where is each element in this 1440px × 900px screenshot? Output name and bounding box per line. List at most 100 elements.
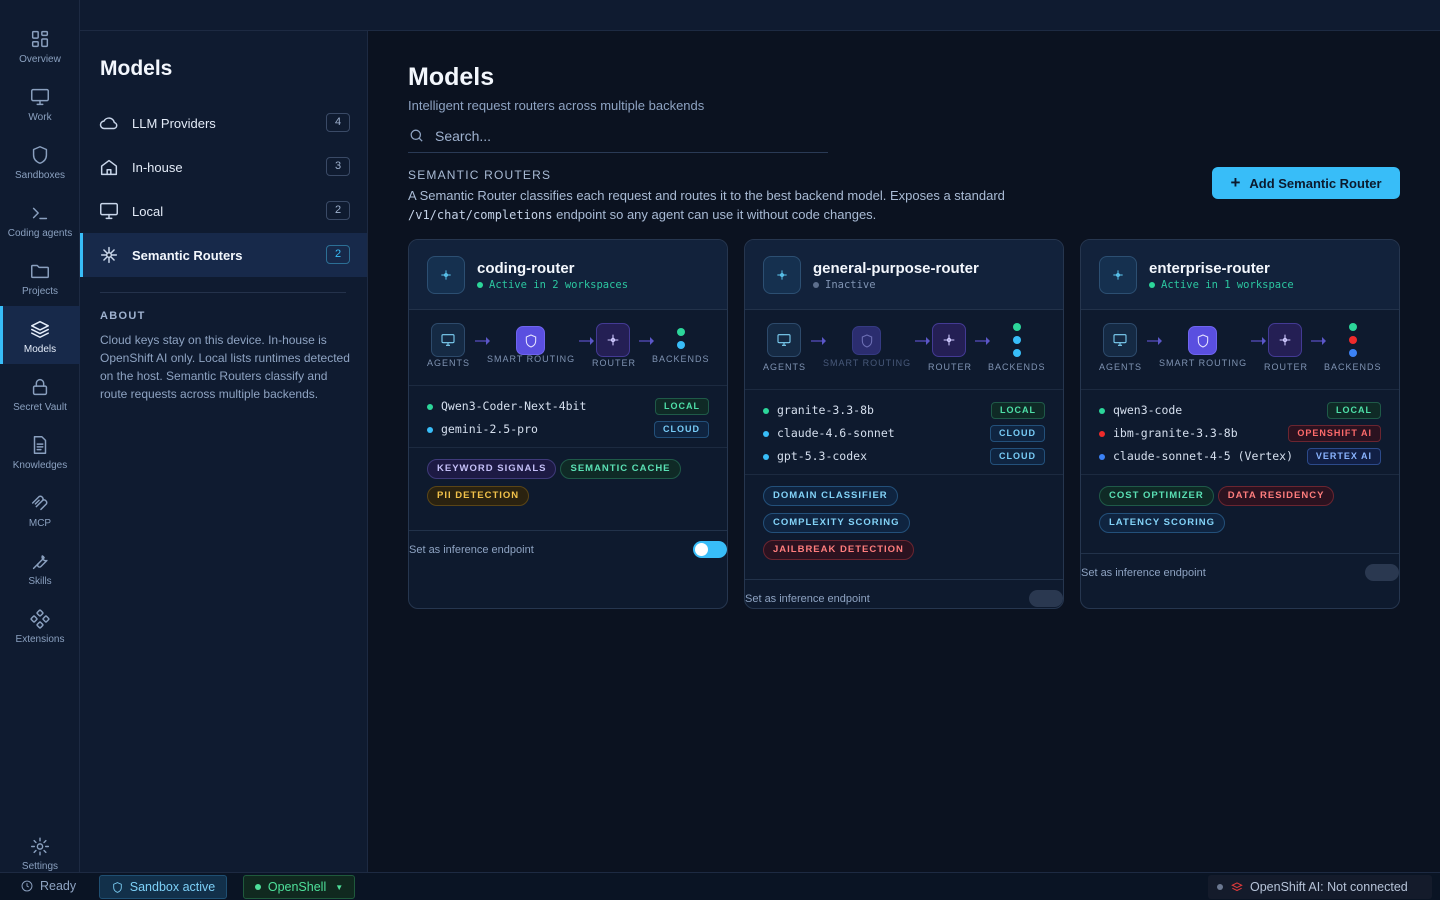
rail-item-coding-agents[interactable]: Coding agents (0, 196, 80, 254)
search-icon (410, 129, 423, 142)
rail-item-skills[interactable]: Skills (0, 544, 80, 602)
router-node (1268, 323, 1302, 357)
flow-label-agents: AGENTS (427, 358, 471, 368)
router-icon (1099, 256, 1137, 294)
router-card[interactable]: coding-router Active in 2 workspaces AGENT… (408, 239, 728, 609)
status-text: Active in 2 workspaces (489, 279, 629, 291)
router-card[interactable]: general-purpose-router Inactive AGENTS SMAR… (744, 239, 1064, 609)
backend-name: Qwen3-Coder-Next-4bit (441, 399, 587, 413)
rail-item-extensions[interactable]: Extensions (0, 602, 80, 660)
rail-item-settings[interactable]: Settings (0, 832, 80, 872)
backend-dot (763, 408, 769, 414)
router-name: enterprise-router (1149, 260, 1270, 277)
backend-name: gpt-5.3-codex (777, 449, 868, 463)
openshell-dropdown[interactable]: OpenShell ▼ (243, 875, 355, 899)
add-button-label: Add Semantic Router (1249, 175, 1382, 191)
flow-label-router: ROUTER (1264, 362, 1308, 372)
flow-arrow (639, 337, 654, 345)
monitor-icon (100, 202, 118, 220)
flow-arrow (915, 337, 930, 345)
rail-item-models[interactable]: Models (0, 306, 80, 364)
cloud-icon (99, 117, 118, 130)
router-features: COST OPTIMIZER DATA RESIDENCY LATENCY SCOR… (1081, 475, 1399, 539)
count-badge: 4 (326, 113, 350, 132)
rail-item-work[interactable]: Work (0, 80, 80, 138)
status-dot (1149, 282, 1155, 288)
backend-name: gemini-2.5-pro (441, 422, 538, 436)
router-name: general-purpose-router (813, 260, 979, 277)
router-card-footer: Set as inference endpoint (409, 530, 727, 570)
search-input[interactable] (435, 127, 815, 144)
endpoint-code: /v1/chat/completions (408, 208, 553, 222)
backend-row: gemini-2.5-pro CLOUD (409, 419, 727, 442)
flow-label-backends: BACKENDS (1324, 362, 1382, 372)
backend-name: qwen3-code (1113, 403, 1183, 417)
about-heading: ABOUT (100, 310, 146, 322)
backend-name: granite-3.3-8b (777, 403, 874, 417)
inference-endpoint-label: Set as inference endpoint (1081, 567, 1206, 579)
inference-endpoint-label: Set as inference endpoint (745, 593, 870, 605)
count-badge: 3 (326, 157, 350, 176)
sidebar-item-local[interactable]: Local 2 (80, 189, 367, 233)
routing-flow: AGENTS SMART ROUTING ROUTER BACKENDS (745, 310, 1063, 390)
backend-name: claude-4.6-sonnet (777, 426, 895, 440)
flow-label-backends: BACKENDS (652, 354, 710, 364)
rail-item-sandboxes[interactable]: Sandboxes (0, 138, 80, 196)
feature-chip: COMPLEXITY SCORING (763, 513, 910, 533)
feature-chip: LATENCY SCORING (1099, 513, 1225, 533)
status-bar: Ready Sandbox active OpenShell ▼ OpenShi… (0, 872, 1440, 900)
backend-dot (427, 404, 433, 410)
sidebar-item-llm-providers[interactable]: LLM Providers 4 (80, 101, 367, 145)
sandbox-status-button[interactable]: Sandbox active (99, 875, 227, 899)
backend-row: granite-3.3-8b LOCAL (745, 400, 1063, 423)
inference-endpoint-toggle[interactable] (693, 541, 727, 558)
flow-label-agents: AGENTS (763, 362, 807, 372)
flow-label-router: ROUTER (592, 358, 636, 368)
backend-list: granite-3.3-8b LOCAL claude-4.6-sonnet CLOU… (745, 390, 1063, 475)
router-features: KEYWORD SIGNALS SEMANTIC CACHE PII DETECTI… (409, 448, 727, 512)
feature-chip: PII DETECTION (427, 486, 530, 506)
openshell-text: OpenShell (267, 880, 327, 894)
rail-item-overview[interactable]: Overview (0, 22, 80, 80)
rail-item-knowledges[interactable]: Knowledges (0, 428, 80, 486)
openshift-status[interactable]: OpenShift AI: Not connected (1208, 875, 1432, 899)
router-card-header: coding-router Active in 2 workspaces (409, 240, 727, 310)
feature-chip: DOMAIN CLASSIFIER (763, 486, 898, 506)
rail-item-projects[interactable]: Projects (0, 254, 80, 312)
backend-dot (1013, 336, 1021, 344)
backend-dot (1099, 431, 1105, 437)
sidebar-item-in-house[interactable]: In-house 3 (80, 145, 367, 189)
sidebar-item-label: Local (132, 203, 164, 219)
status-dot (477, 282, 483, 288)
backend-dots (1013, 323, 1021, 362)
rail-item-mcp[interactable]: MCP (0, 486, 80, 544)
router-name: coding-router (477, 260, 575, 277)
router-features: DOMAIN CLASSIFIER COMPLEXITY SCORING JAILB… (745, 475, 1063, 566)
backend-list: qwen3-code LOCAL ibm-granite-3.3-8b OPENSHI… (1081, 390, 1399, 475)
count-badge: 2 (326, 245, 350, 264)
flow-arrow (811, 337, 826, 345)
router-card[interactable]: enterprise-router Active in 1 workspace AG… (1080, 239, 1400, 609)
sandbox-text: Sandbox active (129, 880, 216, 894)
backend-dot (1013, 323, 1021, 331)
plus-icon: + (1230, 173, 1241, 192)
flow-arrow (975, 337, 990, 345)
icon-rail: Overview Work Sandboxes Coding agents Pr… (0, 0, 80, 872)
sidebar-item-semantic-routers[interactable]: Semantic Routers 2 (80, 233, 367, 277)
inference-endpoint-toggle[interactable] (1365, 564, 1399, 581)
rail-label: Extensions (15, 634, 65, 645)
rail-item-secret-vault[interactable]: Secret Vault (0, 370, 80, 428)
flow-label-router: ROUTER (928, 362, 972, 372)
openshift-text: OpenShift AI: Not connected (1250, 880, 1408, 894)
add-semantic-router-button[interactable]: + Add Semantic Router (1212, 167, 1400, 199)
backend-tag: CLOUD (990, 448, 1045, 465)
monitor-icon (31, 88, 49, 106)
smart-routing-node (1188, 326, 1217, 355)
backend-row: Qwen3-Coder-Next-4bit LOCAL (409, 396, 727, 419)
openshift-icon (1231, 882, 1243, 892)
inference-endpoint-toggle[interactable] (1029, 590, 1063, 607)
search-bar (408, 119, 828, 153)
status-dot (813, 282, 819, 288)
flow-label-smart-routing: SMART ROUTING (823, 358, 912, 368)
home-icon (100, 159, 118, 176)
